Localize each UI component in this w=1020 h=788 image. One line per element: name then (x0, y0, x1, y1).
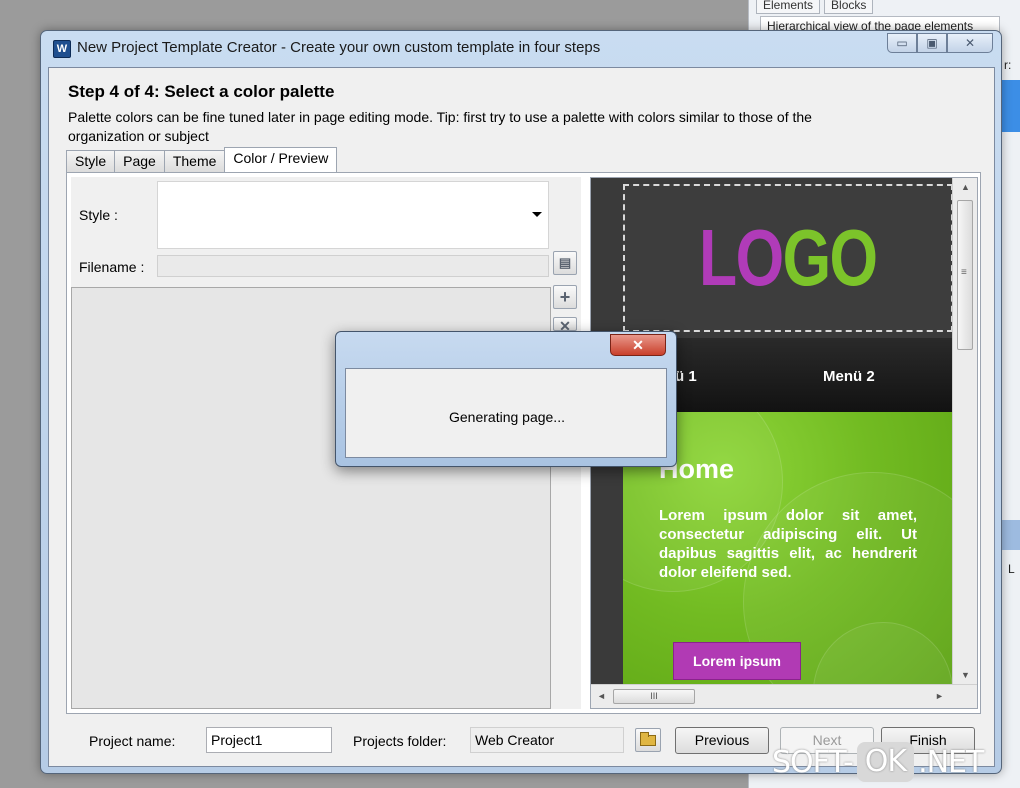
dialog-message: Generating page... (449, 409, 565, 425)
filename-field[interactable] (157, 255, 549, 277)
preview-horizontal-scrollbar[interactable]: ◄ III ► (591, 684, 977, 708)
progress-dialog: ✕ Generating page... (335, 331, 677, 467)
logo-part-2: GO (782, 213, 879, 302)
watermark-right: .NET (918, 744, 984, 780)
preview-button: Lorem ipsum (673, 642, 801, 680)
window-title: New Project Template Creator - Create yo… (77, 39, 601, 56)
bg-tab-elements[interactable]: Elements (756, 0, 821, 14)
app-icon: W (53, 40, 71, 58)
bg-fragment-l: L (1008, 562, 1015, 576)
wizard-tabs: Style Page Theme Color / Preview (66, 147, 338, 173)
window-controls: ▭ ▣ ✕ (887, 33, 993, 53)
tab-color-preview[interactable]: Color / Preview (224, 147, 338, 173)
watermark-left: SOFT- (772, 744, 854, 780)
step-description: Palette colors can be fine tuned later i… (68, 109, 812, 144)
preview-body-text: Lorem ipsum dolor sit amet, consectetur … (659, 507, 917, 581)
projects-folder-label: Projects folder: (353, 733, 447, 749)
previous-button[interactable]: Previous (675, 727, 769, 754)
dialog-body: Generating page... (345, 368, 667, 458)
logo-part-1: LO (699, 213, 784, 302)
horizontal-scroll-thumb[interactable]: III (613, 689, 695, 704)
remove-palette-button[interactable]: ✕ (553, 317, 577, 331)
browse-folder-button[interactable] (635, 728, 661, 752)
folder-icon (640, 731, 656, 746)
maximize-button[interactable]: ▣ (917, 33, 947, 53)
bg-fragment-r: r: (1004, 58, 1012, 72)
scroll-grip-icon: ≡ (961, 267, 967, 278)
plus-icon: + (559, 286, 571, 307)
scroll-left-icon[interactable]: ◄ (597, 691, 606, 701)
projects-folder-field[interactable]: Web Creator (470, 727, 624, 753)
preview-vertical-scrollbar[interactable]: ▲ ≡ ▼ (952, 178, 977, 686)
list-icon: ▤ (558, 255, 572, 270)
tab-page[interactable]: Page (114, 150, 165, 172)
project-name-input[interactable]: Project1 (206, 727, 332, 753)
watermark: SOFT- OK .NET (772, 742, 984, 782)
background-tabs: Elements Blocks (756, 0, 874, 14)
tab-theme[interactable]: Theme (163, 150, 226, 172)
close-button[interactable]: ✕ (947, 33, 993, 53)
style-label: Style : (79, 207, 118, 223)
browse-palette-button[interactable]: ▤ (553, 251, 577, 275)
add-palette-button[interactable]: + (553, 285, 577, 309)
filename-label: Filename : (79, 259, 145, 275)
minimize-button[interactable]: ▭ (887, 33, 917, 53)
scroll-down-icon[interactable]: ▼ (961, 670, 970, 680)
scroll-up-icon[interactable]: ▲ (961, 182, 970, 192)
step-title: Step 4 of 4: Select a color palette (68, 82, 335, 101)
vertical-scroll-thumb[interactable]: ≡ (957, 200, 973, 350)
preview-logo-block: LOGO (623, 184, 953, 332)
tab-style[interactable]: Style (66, 150, 116, 172)
project-name-label: Project name: (89, 733, 176, 749)
dialog-close-button[interactable]: ✕ (610, 334, 666, 356)
watermark-middle: OK (856, 742, 915, 782)
preview-menu-item-2: Menü 2 (823, 368, 875, 385)
remove-icon: ✕ (559, 318, 571, 331)
dropdown-arrow-icon[interactable] (532, 212, 542, 217)
scroll-right-icon[interactable]: ► (935, 691, 944, 701)
bg-tab-blocks[interactable]: Blocks (824, 0, 874, 14)
preview-logo: LOGO (699, 218, 878, 298)
style-dropdown[interactable] (157, 181, 549, 249)
